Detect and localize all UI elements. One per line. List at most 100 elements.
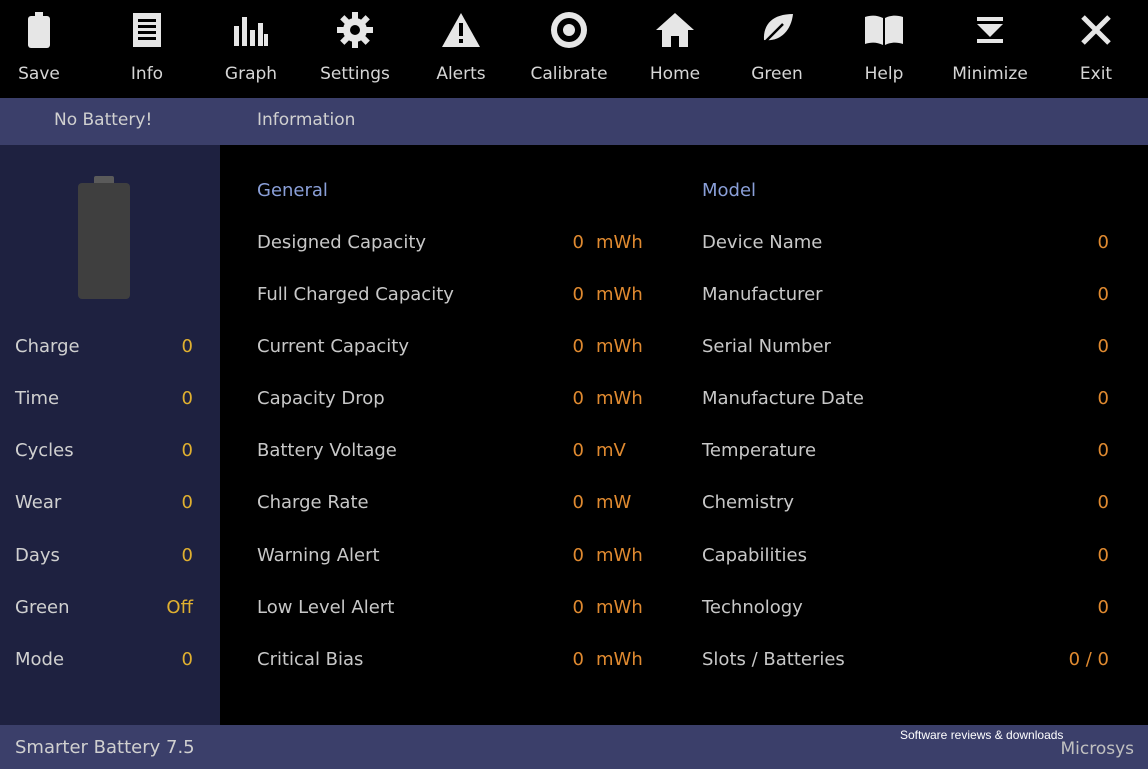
row-label: Designed Capacity xyxy=(257,232,427,253)
header-bar: No Battery! Information xyxy=(0,98,1148,145)
help-button[interactable]: Help xyxy=(853,0,915,98)
home-icon xyxy=(655,0,695,60)
model-row-serial-number: Serial Number 0 xyxy=(702,336,1109,360)
model-row-manufacturer: Manufacturer 0 xyxy=(702,284,1109,308)
row-label: Low Level Alert xyxy=(257,597,395,618)
row-unit: mWh xyxy=(596,336,643,357)
model-row-chemistry: Chemistry 0 xyxy=(702,492,1109,516)
row-value: 0 xyxy=(572,336,584,357)
sidebar-label: Wear xyxy=(15,492,62,513)
row-label: Warning Alert xyxy=(257,545,380,566)
row-label: Serial Number xyxy=(702,336,831,357)
help-label: Help xyxy=(864,64,904,84)
sidebar-row-mode: Mode 0 xyxy=(15,649,193,673)
row-value: 0 xyxy=(1097,284,1109,305)
alerts-button[interactable]: Alerts xyxy=(430,0,492,98)
toolbar: Save Info Graph Settings Alerts Calibrat… xyxy=(0,0,1148,98)
sidebar-label: Mode xyxy=(15,649,65,670)
row-label: Manufacture Date xyxy=(702,388,864,409)
row-value: 0 xyxy=(572,440,584,461)
row-label: Critical Bias xyxy=(257,649,364,670)
row-label: Battery Voltage xyxy=(257,440,397,461)
row-value: 0 xyxy=(572,545,584,566)
row-value: 0 xyxy=(1097,336,1109,357)
row-label: Manufacturer xyxy=(702,284,823,305)
general-section-title: General xyxy=(257,180,328,201)
model-row-technology: Technology 0 xyxy=(702,597,1109,621)
home-button[interactable]: Home xyxy=(644,0,706,98)
green-button[interactable]: Green xyxy=(744,0,810,98)
sidebar-value: Off xyxy=(166,597,193,618)
minimize-icon xyxy=(976,0,1004,60)
sidebar-value: 0 xyxy=(181,440,193,461)
general-row-low-level-alert: Low Level Alert 0 mWh xyxy=(257,597,657,621)
minimize-label: Minimize xyxy=(952,64,1028,84)
row-value: 0 xyxy=(1097,545,1109,566)
exit-label: Exit xyxy=(1079,64,1113,84)
calibrate-label: Calibrate xyxy=(530,64,608,84)
graph-label: Graph xyxy=(224,64,278,84)
minimize-button[interactable]: Minimize xyxy=(946,0,1034,98)
save-button[interactable]: Save xyxy=(8,0,70,98)
sidebar-row-wear: Wear 0 xyxy=(15,492,193,516)
general-row-charge-rate: Charge Rate 0 mW xyxy=(257,492,657,516)
sidebar-value: 0 xyxy=(181,649,193,670)
row-value: 0 xyxy=(1097,597,1109,618)
info-panel: General Model Designed Capacity 0 mWh Fu… xyxy=(220,145,1148,725)
row-label: Device Name xyxy=(702,232,823,253)
sidebar-row-cycles: Cycles 0 xyxy=(15,440,193,464)
row-label: Charge Rate xyxy=(257,492,369,513)
battery-graphic xyxy=(78,183,130,299)
model-row-device-name: Device Name 0 xyxy=(702,232,1109,256)
general-row-designed-capacity: Designed Capacity 0 mWh xyxy=(257,232,657,256)
row-label: Technology xyxy=(702,597,803,618)
row-value: 0 xyxy=(572,492,584,513)
document-icon xyxy=(132,0,162,60)
general-row-warning-alert: Warning Alert 0 mWh xyxy=(257,545,657,569)
row-label: Chemistry xyxy=(702,492,795,513)
app-name: Smarter Battery 7.5 xyxy=(15,737,195,758)
row-unit: mWh xyxy=(596,649,643,670)
exit-button[interactable]: Exit xyxy=(1066,0,1126,98)
sidebar-value: 0 xyxy=(181,336,193,357)
graph-button[interactable]: Graph xyxy=(220,0,282,98)
info-button[interactable]: Info xyxy=(116,0,178,98)
sidebar-label: Charge xyxy=(15,336,80,357)
sidebar-row-charge: Charge 0 xyxy=(15,336,193,360)
save-label: Save xyxy=(18,64,60,84)
watermark-tagline: Software reviews & downloads xyxy=(900,728,1064,742)
page-title: Information xyxy=(257,110,356,130)
settings-label: Settings xyxy=(320,64,390,84)
info-label: Info xyxy=(130,64,164,84)
book-icon xyxy=(864,0,904,60)
row-label: Capacity Drop xyxy=(257,388,385,409)
sidebar-label: Days xyxy=(15,545,60,566)
row-value: 0 xyxy=(572,649,584,670)
sidebar-value: 0 xyxy=(181,492,193,513)
row-label: Full Charged Capacity xyxy=(257,284,454,305)
row-unit: mWh xyxy=(596,388,643,409)
row-unit: mW xyxy=(596,492,632,513)
general-row-current-capacity: Current Capacity 0 mWh xyxy=(257,336,657,360)
green-label: Green xyxy=(751,64,803,84)
sidebar-label: Cycles xyxy=(15,440,74,461)
row-value: 0 / 0 xyxy=(1068,649,1109,670)
general-row-capacity-drop: Capacity Drop 0 mWh xyxy=(257,388,657,412)
row-value: 0 xyxy=(572,597,584,618)
row-unit: mWh xyxy=(596,597,643,618)
calibrate-button[interactable]: Calibrate xyxy=(524,0,614,98)
row-value: 0 xyxy=(1097,492,1109,513)
model-row-capabilities: Capabilities 0 xyxy=(702,545,1109,569)
model-row-temperature: Temperature 0 xyxy=(702,440,1109,464)
sidebar-row-green: Green Off xyxy=(15,597,193,621)
row-unit: mWh xyxy=(596,232,643,253)
general-row-full-charged-capacity: Full Charged Capacity 0 mWh xyxy=(257,284,657,308)
row-value: 0 xyxy=(1097,232,1109,253)
company-link[interactable]: Microsys xyxy=(1060,739,1134,759)
settings-button[interactable]: Settings xyxy=(314,0,396,98)
row-label: Temperature xyxy=(702,440,817,461)
sidebar-label: Green xyxy=(15,597,70,618)
row-value: 0 xyxy=(1097,388,1109,409)
general-row-critical-bias: Critical Bias 0 mWh xyxy=(257,649,657,673)
leaf-icon xyxy=(759,0,795,60)
